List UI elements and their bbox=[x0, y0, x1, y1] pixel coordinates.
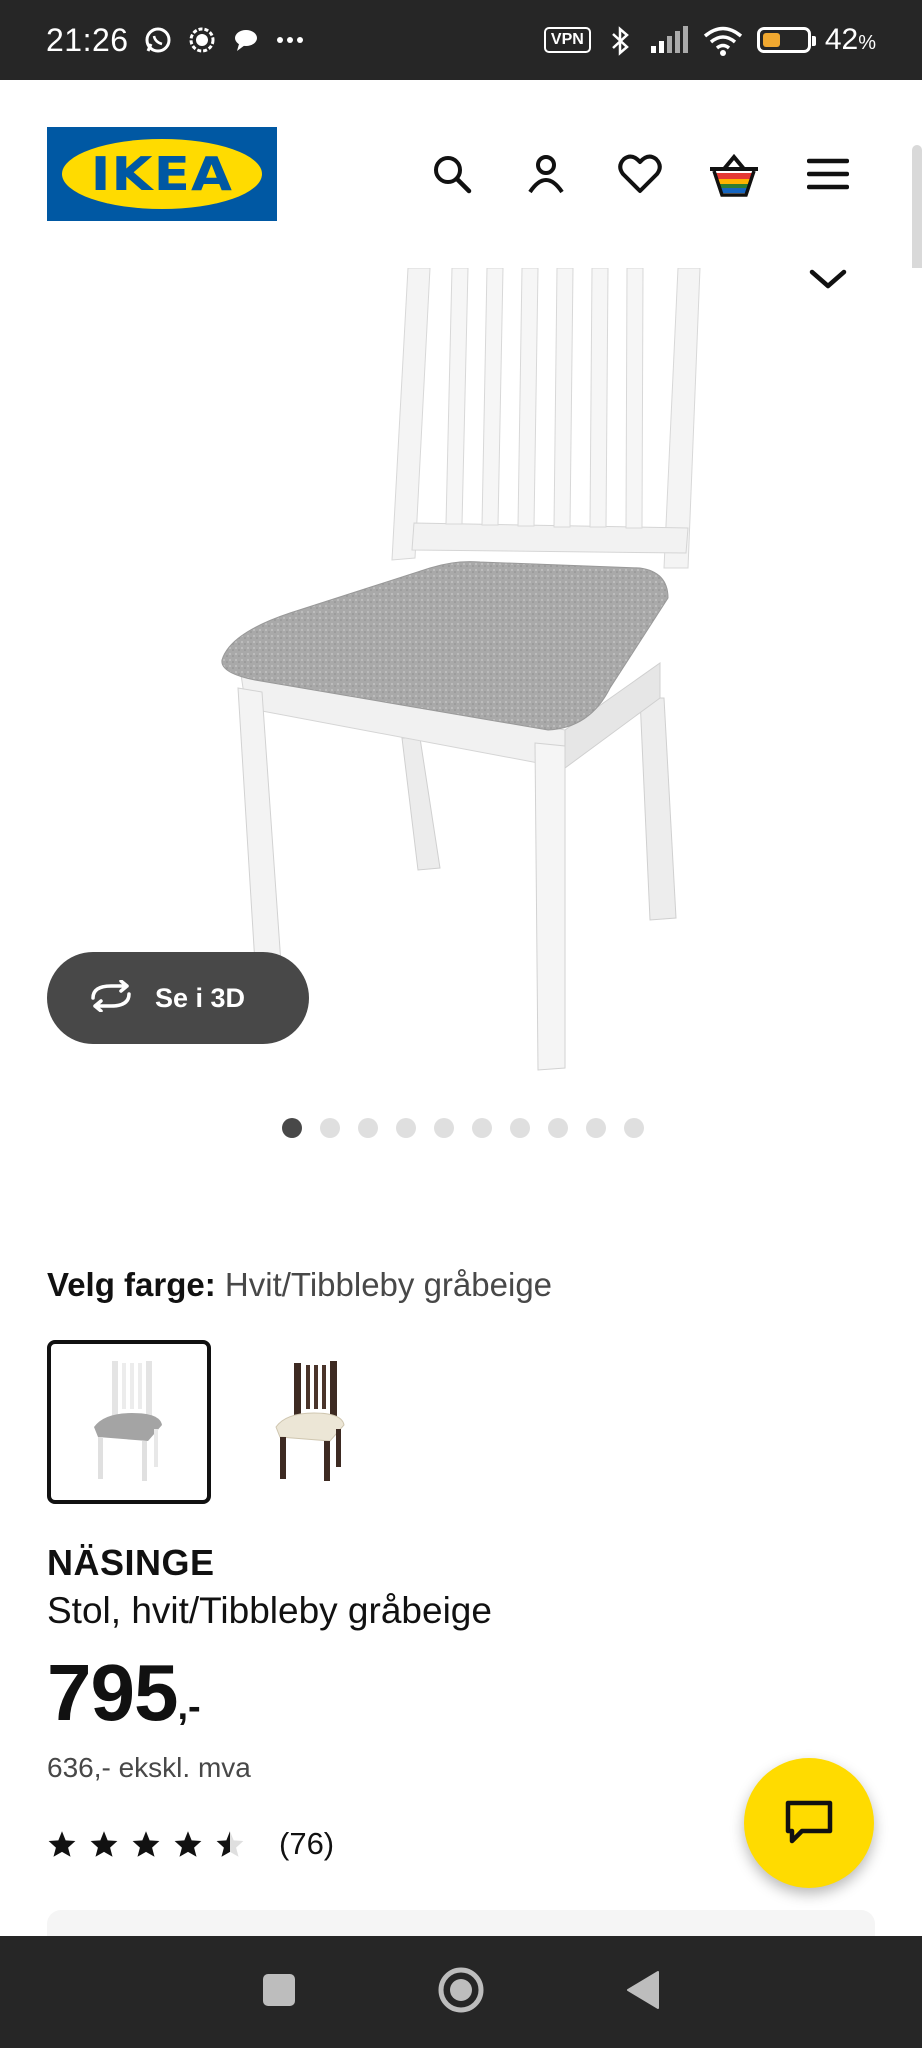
product-name: NÄSINGE bbox=[47, 1542, 215, 1583]
more-icon bbox=[275, 25, 305, 55]
color-label-value: Hvit/Tibbleby gråbeige bbox=[224, 1266, 553, 1303]
price-excl-vat: 636,- ekskl. mva bbox=[47, 1752, 251, 1783]
color-selector-label: Velg farge: Hvit/Tibbleby gråbeige bbox=[47, 1266, 552, 1304]
color-swatch-brown-beige[interactable] bbox=[227, 1340, 391, 1504]
logo-text: IKEA bbox=[90, 147, 234, 201]
recent-apps-button[interactable] bbox=[261, 1972, 297, 2013]
view-in-3d-button[interactable]: Se i 3D bbox=[47, 952, 309, 1044]
brown-chair-thumbnail bbox=[275, 1361, 345, 1481]
rating-count: (76) bbox=[279, 1826, 335, 1861]
price-suffix: ,- bbox=[177, 1686, 201, 1728]
status-bar-right: VPN 42% bbox=[543, 23, 876, 57]
product-description: Stol, hvit/Tibbleby gråbeige bbox=[47, 1590, 492, 1631]
wishlist-icon[interactable] bbox=[614, 148, 666, 200]
pagination-dot[interactable] bbox=[510, 1118, 530, 1138]
status-time: 21:26 bbox=[46, 21, 129, 58]
pagination-dot[interactable] bbox=[358, 1118, 378, 1138]
pagination-dot[interactable] bbox=[434, 1118, 454, 1138]
gallery-pagination bbox=[282, 1118, 644, 1138]
wifi-icon bbox=[703, 25, 743, 56]
star-icon bbox=[174, 1831, 202, 1857]
pagination-dot[interactable] bbox=[472, 1118, 492, 1138]
cart-icon[interactable] bbox=[708, 148, 760, 200]
signal-app-icon bbox=[187, 25, 217, 55]
chat-icon bbox=[785, 1800, 833, 1844]
white-chair-thumbnail bbox=[94, 1361, 162, 1481]
battery-percent-value: 42 bbox=[824, 23, 859, 56]
pagination-dot[interactable] bbox=[396, 1118, 416, 1138]
rating-stars bbox=[47, 1830, 245, 1858]
price-main: 795 bbox=[47, 1648, 178, 1737]
system-nav-bar bbox=[0, 1936, 922, 2048]
menu-icon[interactable] bbox=[802, 148, 854, 200]
home-button[interactable] bbox=[437, 1966, 485, 2019]
star-icon bbox=[90, 1831, 118, 1857]
color-label-key: Velg farge: bbox=[47, 1266, 216, 1303]
site-header: IKEA bbox=[0, 80, 922, 268]
battery-percent: 42% bbox=[825, 23, 876, 57]
ikea-logo[interactable]: IKEA bbox=[47, 127, 277, 221]
back-button[interactable] bbox=[625, 1970, 661, 2015]
battery-percent-unit: % bbox=[858, 32, 876, 54]
pagination-dot[interactable] bbox=[320, 1118, 340, 1138]
cell-signal-icon bbox=[649, 25, 689, 55]
vpn-icon: VPN bbox=[543, 27, 591, 53]
rotate-3d-icon bbox=[87, 978, 135, 1017]
pagination-dot[interactable] bbox=[586, 1118, 606, 1138]
pagination-dot[interactable] bbox=[624, 1118, 644, 1138]
status-bar: 21:26 VPN 42% bbox=[0, 0, 922, 80]
view-in-3d-label: Se i 3D bbox=[155, 982, 246, 1013]
product-rating[interactable]: (76) bbox=[47, 1826, 334, 1862]
color-swatch-white-grey[interactable] bbox=[47, 1340, 211, 1504]
product-price: 795 ,- bbox=[47, 1650, 201, 1736]
account-icon[interactable] bbox=[520, 148, 572, 200]
chat-button[interactable] bbox=[744, 1758, 874, 1888]
screen: 21:26 VPN 42% IKEA Se i 3D Velg farge: H… bbox=[0, 0, 922, 2048]
battery-level bbox=[762, 33, 781, 47]
pagination-dot[interactable] bbox=[548, 1118, 568, 1138]
status-bar-left: 21:26 bbox=[46, 22, 305, 59]
chat-bubble-icon bbox=[231, 25, 261, 55]
pagination-dot[interactable] bbox=[282, 1118, 302, 1138]
search-icon[interactable] bbox=[426, 148, 478, 200]
star-icon bbox=[132, 1831, 160, 1857]
whatsapp-icon bbox=[143, 25, 173, 55]
logo-oval: IKEA bbox=[62, 139, 262, 209]
bluetooth-icon bbox=[605, 25, 635, 56]
star-icon bbox=[48, 1831, 76, 1857]
half-star-icon bbox=[216, 1831, 244, 1857]
battery-icon bbox=[756, 27, 816, 53]
